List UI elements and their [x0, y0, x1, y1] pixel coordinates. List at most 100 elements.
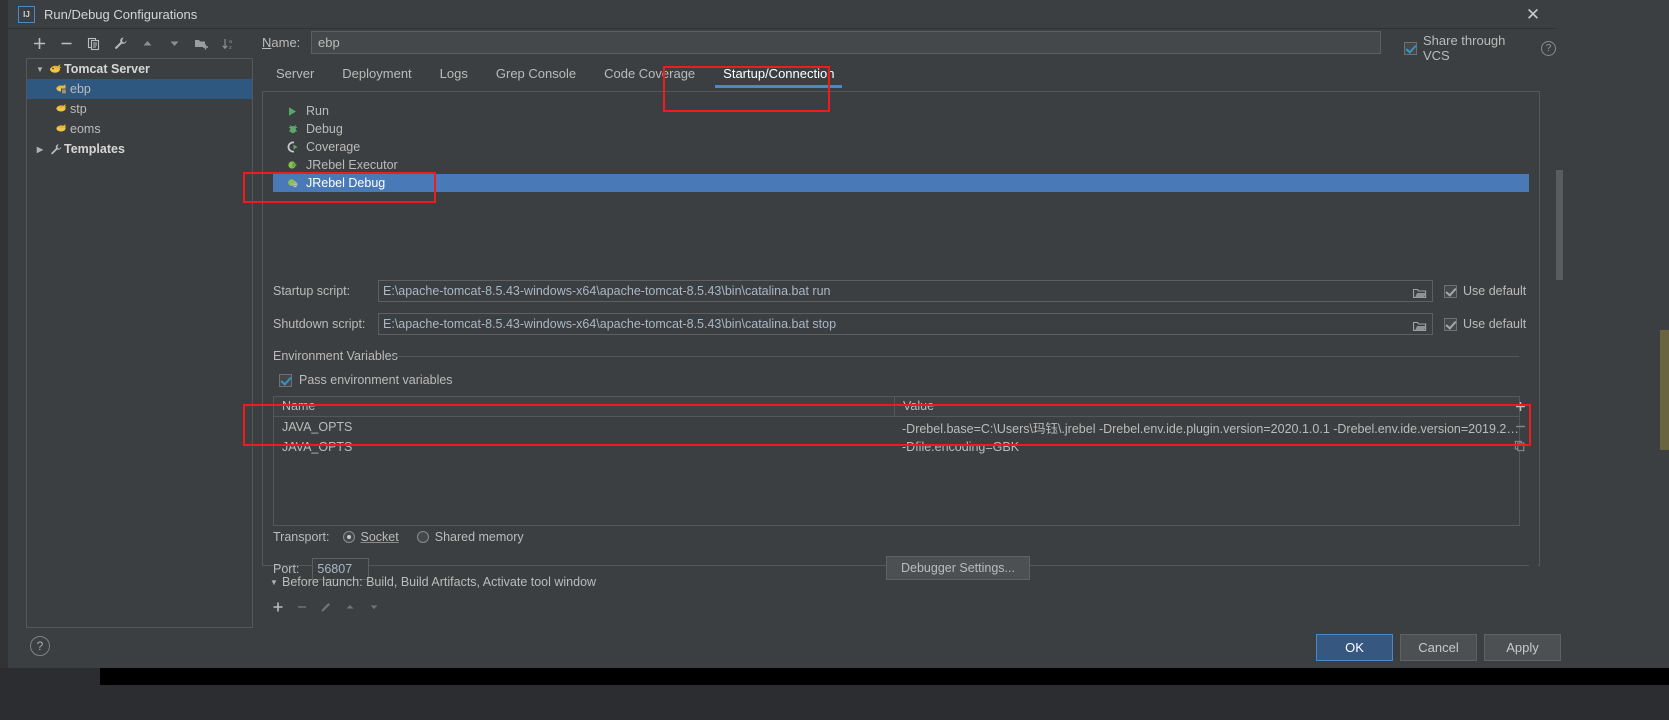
debug-bug-icon	[287, 123, 306, 135]
pass-environment-variables-control[interactable]: Pass environment variables	[279, 373, 453, 387]
startup-use-default-control[interactable]: Use default	[1444, 284, 1526, 298]
startup-script-input[interactable]: E:\apache-tomcat-8.5.43-windows-x64\apac…	[378, 280, 1433, 302]
mode-item-debug[interactable]: Debug	[273, 120, 1529, 138]
debugger-settings-button[interactable]: Debugger Settings...	[886, 556, 1030, 580]
before-launch-twisty-icon[interactable]: ▼	[266, 578, 282, 587]
socket-label: Socket	[360, 530, 399, 544]
column-header-value[interactable]: Value	[894, 397, 1519, 416]
tab-grep-console[interactable]: Grep Console	[482, 58, 590, 88]
remove-env-var-button[interactable]	[1509, 416, 1531, 436]
environment-table-actions	[1509, 396, 1531, 456]
shutdown-script-input[interactable]: E:\apache-tomcat-8.5.43-windows-x64\apac…	[378, 313, 1433, 335]
shared-memory-label: Shared memory	[434, 530, 524, 544]
svg-text:z: z	[229, 45, 232, 51]
mode-item-jrebel-debug[interactable]: JRebel Debug	[273, 174, 1529, 192]
tomcat-config-icon	[53, 122, 70, 136]
transport-option-socket[interactable]: Socket	[342, 530, 399, 544]
share-through-vcs-checkbox[interactable]	[1404, 41, 1417, 55]
environment-variables-group-label: Environment Variables	[273, 349, 404, 363]
background-scrollbar[interactable]	[1556, 170, 1563, 280]
add-icon[interactable]	[26, 32, 53, 56]
mode-item-label: JRebel Debug	[306, 176, 386, 190]
table-row[interactable]: JAVA_OPTS -Drebel.base=C:\Users\玛钰\.jreb…	[274, 417, 1519, 437]
run-mode-list[interactable]: Run Debug Coverage JRebel Executor JRebe…	[273, 102, 1529, 192]
env-var-value: -Drebel.base=C:\Users\玛钰\.jrebel -Drebel…	[902, 421, 1519, 436]
dialog-titlebar: Run/Debug Configurations ✕	[8, 0, 1556, 29]
move-down-icon[interactable]	[161, 32, 188, 56]
pass-environment-variables-checkbox[interactable]	[279, 373, 292, 387]
sort-alphabetically-icon[interactable]: a z	[215, 32, 242, 56]
folder-browse-icon[interactable]	[1412, 285, 1427, 299]
shutdown-use-default-control[interactable]: Use default	[1444, 317, 1526, 331]
copy-icon[interactable]	[80, 32, 107, 56]
run-triangle-icon	[287, 106, 306, 117]
sidebar-item-stp[interactable]: stp	[27, 99, 252, 119]
table-row[interactable]: JAVA_OPTS -Dfile.encoding=GBK	[274, 437, 1519, 457]
env-var-value: -Dfile.encoding=GBK	[902, 440, 1020, 454]
column-header-name[interactable]: Name	[274, 397, 894, 416]
before-launch-header[interactable]: ▼ Before launch: Build, Build Artifacts,…	[266, 575, 596, 589]
help-icon[interactable]: ?	[30, 636, 50, 656]
mode-item-run[interactable]: Run	[273, 102, 1529, 120]
shutdown-script-value: E:\apache-tomcat-8.5.43-windows-x64\apac…	[383, 317, 837, 331]
configuration-editor: Server Deployment Logs Grep Console Code…	[262, 58, 1540, 580]
mode-item-label: Coverage	[306, 140, 361, 154]
tab-label: Deployment	[342, 65, 412, 81]
tab-deployment[interactable]: Deployment	[328, 58, 425, 88]
sidebar-item-templates[interactable]: ▶ Templates	[27, 139, 252, 159]
name-input[interactable]	[311, 31, 1381, 54]
panel-scrollbar[interactable]	[1529, 93, 1538, 566]
name-label: Name:	[262, 35, 301, 50]
move-task-up-icon[interactable]	[338, 597, 362, 617]
sidebar-item-label: Tomcat Server	[64, 62, 150, 76]
folder-browse-icon[interactable]	[1412, 318, 1427, 332]
mode-item-label: Run	[306, 104, 329, 118]
remove-task-icon[interactable]	[290, 597, 314, 617]
tab-code-coverage[interactable]: Code Coverage	[590, 58, 709, 88]
tab-server[interactable]: Server	[262, 58, 328, 88]
sidebar-item-ebp[interactable]: ebp	[27, 79, 252, 99]
shutdown-use-default-label: Use default	[1463, 317, 1527, 331]
shutdown-use-default-checkbox[interactable]	[1444, 317, 1457, 331]
edit-task-icon[interactable]	[314, 597, 338, 617]
coverage-icon	[287, 141, 306, 153]
sidebar-item-tomcat-server[interactable]: ▼ Tomcat Server	[27, 59, 252, 79]
add-env-var-button[interactable]	[1509, 396, 1531, 416]
shutdown-script-row: Shutdown script: E:\apache-tomcat-8.5.43…	[273, 313, 1526, 335]
dialog-title: Run/Debug Configurations	[44, 6, 198, 22]
port-value: 56807	[317, 562, 353, 576]
editor-tabs: Server Deployment Logs Grep Console Code…	[262, 58, 1540, 91]
sidebar-item-eoms[interactable]: eoms	[27, 119, 252, 139]
tab-label: Code Coverage	[604, 65, 696, 81]
startup-use-default-checkbox[interactable]	[1444, 284, 1457, 298]
wrench-icon[interactable]	[107, 32, 134, 56]
close-icon[interactable]: ✕	[1510, 0, 1556, 29]
apply-button[interactable]: Apply	[1484, 634, 1561, 661]
expand-collapse-icon[interactable]: ▶	[33, 142, 47, 156]
config-toolbar-icons: a z	[26, 32, 242, 56]
tab-startup-connection[interactable]: Startup/Connection	[709, 58, 848, 88]
remove-icon[interactable]	[53, 32, 80, 56]
copy-env-var-button[interactable]	[1509, 436, 1531, 456]
transport-label: Transport:	[273, 530, 330, 544]
new-folder-icon[interactable]	[188, 32, 215, 56]
mode-item-coverage[interactable]: Coverage	[273, 138, 1529, 156]
move-up-icon[interactable]	[134, 32, 161, 56]
background-taskbar	[100, 668, 1669, 685]
environment-variables-table[interactable]: Name Value JAVA_OPTS -Drebel.base=C:\Use…	[273, 396, 1520, 526]
group-divider	[391, 356, 1519, 357]
tab-logs[interactable]: Logs	[426, 58, 482, 88]
tomcat-config-icon	[53, 82, 70, 96]
add-task-icon[interactable]	[266, 597, 290, 617]
configurations-tree[interactable]: ▼ Tomcat Server ebp stp eoms ▶ Templates	[26, 58, 253, 628]
mode-item-jrebel-executor[interactable]: JRebel Executor	[273, 156, 1529, 174]
share-help-icon[interactable]: ?	[1541, 40, 1556, 56]
expand-collapse-icon[interactable]: ▼	[33, 62, 47, 76]
transport-option-shared-memory[interactable]: Shared memory	[416, 530, 524, 544]
socket-radio[interactable]	[342, 531, 355, 543]
shared-memory-radio[interactable]	[416, 531, 429, 543]
tomcat-config-icon	[53, 102, 70, 116]
cancel-button[interactable]: Cancel	[1400, 634, 1477, 661]
move-task-down-icon[interactable]	[362, 597, 386, 617]
ok-button[interactable]: OK	[1316, 634, 1393, 661]
